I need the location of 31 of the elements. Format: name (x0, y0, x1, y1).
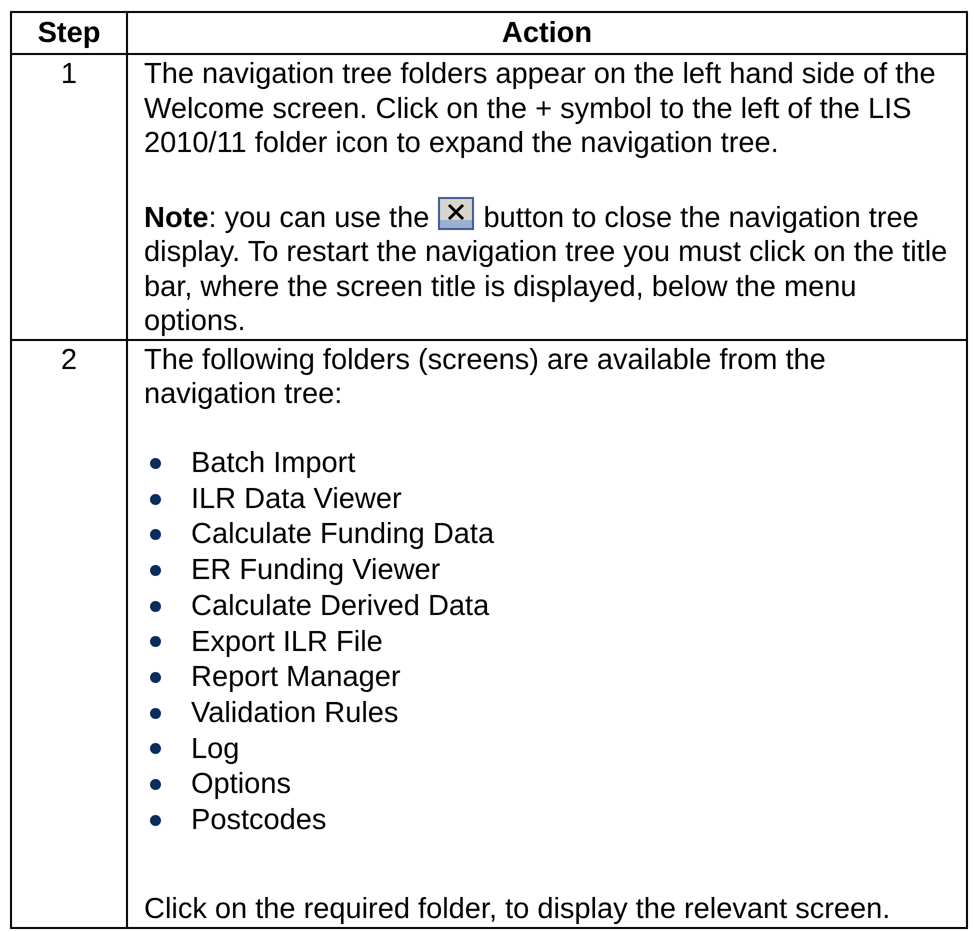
list-item: ILR Data Viewer (191, 482, 402, 516)
column-header: Step (11, 12, 127, 54)
list-item: Log (191, 732, 240, 766)
list-item: Report Manager (191, 660, 401, 695)
list-item: Postcodes (191, 802, 326, 838)
bullet-icon (150, 600, 161, 612)
paragraph: Click on the required folder, to display the relevant screen. (144, 892, 892, 927)
bullet-icon (150, 743, 161, 754)
bullet-icon (150, 814, 161, 826)
bullet-icon (150, 708, 161, 719)
column-header: Action (127, 12, 967, 54)
bullet-icon (150, 779, 161, 790)
bullet-icon (150, 458, 161, 469)
close-button-icon (437, 196, 476, 230)
bullet-icon (150, 494, 161, 505)
step-number: 2 (11, 340, 127, 928)
bullet-icon (150, 529, 161, 540)
paragraph: The following folders (screens) are available from the navigation tree: (144, 342, 827, 412)
list-item: Batch Import (191, 446, 356, 481)
list-item: Export ILR File (191, 624, 383, 660)
list-item: Calculate Derived Data (191, 588, 490, 624)
bullet-icon (150, 672, 161, 683)
list-item: Options (191, 767, 291, 802)
list-item: Validation Rules (191, 696, 398, 730)
paragraph: Note: you can use the button to close the navigation tree display. To restart the navigation tree you must click on the title bar, where the screen title is displayed, below the menu options. (144, 196, 958, 338)
list-item: ER Funding Viewer (191, 553, 440, 588)
list-item: Calculate Funding Data (191, 517, 494, 552)
bullet-icon (150, 564, 161, 576)
step-number: 1 (11, 54, 127, 340)
bullet-icon (150, 636, 161, 648)
paragraph: The navigation tree folders appear on the left hand side of the Welcome screen. Click on the + symbol to the left of the LIS 2010/11 folder icon to expand the navigation tree. (144, 57, 937, 160)
